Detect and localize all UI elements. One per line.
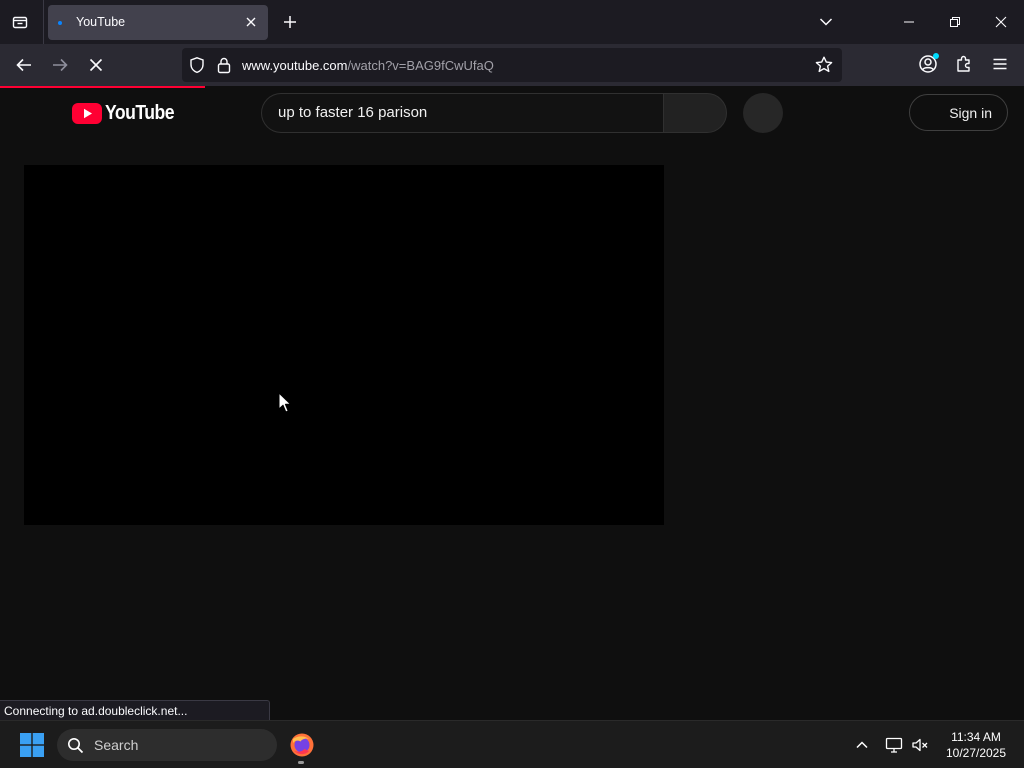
firefox-taskbar-button[interactable] (284, 727, 320, 763)
taskbar-search-box[interactable]: Search (57, 729, 277, 761)
close-icon (246, 17, 256, 27)
firefox-icon (290, 733, 314, 757)
video-player[interactable] (24, 165, 664, 525)
hamburger-menu-icon (993, 58, 1007, 70)
volume-status-button[interactable] (908, 733, 932, 757)
start-button[interactable] (14, 729, 50, 761)
application-menu-button[interactable] (986, 50, 1014, 78)
stop-loading-button[interactable] (81, 50, 111, 80)
shield-icon[interactable] (188, 56, 206, 74)
status-text: Connecting to ad.doubleclick.net... (4, 704, 188, 718)
windows-taskbar: Search 11:34 AM 10/27/2025 (0, 720, 1024, 768)
window-minimize-button[interactable] (886, 0, 932, 44)
browser-status-panel: Connecting to ad.doubleclick.net... (0, 700, 270, 721)
clock-date: 10/27/2025 (945, 746, 1007, 760)
youtube-search-button[interactable] (663, 93, 727, 133)
forward-arrow-icon (53, 58, 68, 72)
search-icon (68, 738, 84, 754)
url-host: www.youtube.com (242, 58, 348, 73)
clock-time: 11:34 AM (951, 730, 1001, 744)
youtube-search-input[interactable]: up to faster 16 parison (278, 104, 427, 121)
close-icon (995, 16, 1007, 28)
tab-close-button[interactable] (242, 13, 260, 31)
network-status-button[interactable] (882, 733, 906, 757)
youtube-logo[interactable]: YouTube (72, 102, 183, 125)
browser-tab-youtube[interactable]: YouTube (48, 5, 268, 40)
new-tab-button[interactable] (276, 8, 304, 36)
back-arrow-icon (16, 58, 31, 72)
star-icon[interactable] (814, 55, 834, 75)
firefox-account-button[interactable] (914, 50, 942, 78)
voice-search-button[interactable] (743, 93, 783, 133)
back-button[interactable] (9, 50, 39, 80)
show-hidden-icons-button[interactable] (850, 733, 874, 757)
window-restore-button[interactable] (932, 0, 978, 44)
youtube-logo-text: YouTube (105, 102, 175, 124)
browser-tab-strip: YouTube (0, 0, 1024, 44)
firefox-running-indicator (298, 761, 304, 764)
account-notification-badge (933, 53, 939, 59)
minimize-icon (904, 21, 914, 23)
mouse-cursor (278, 392, 292, 413)
network-icon (885, 737, 903, 753)
navigation-toolbar: www.youtube.com/watch?v=BAG9fCwUfaQ (0, 44, 1024, 86)
extensions-button[interactable] (950, 50, 978, 78)
volume-muted-icon (912, 738, 928, 752)
chevron-up-icon (856, 741, 868, 749)
youtube-masthead: YouTube up to faster 16 parison Sign in (0, 88, 1024, 144)
windows-start-icon (20, 733, 44, 757)
taskbar-clock[interactable]: 11:34 AM 10/27/2025 (936, 729, 1016, 761)
sign-in-label: Sign in (949, 104, 992, 121)
plus-icon (284, 16, 296, 28)
lock-icon[interactable] (216, 56, 232, 74)
url-bar[interactable]: www.youtube.com/watch?v=BAG9fCwUfaQ (182, 48, 842, 82)
window-close-button[interactable] (978, 0, 1024, 44)
taskbar-search-label: Search (94, 737, 139, 753)
tab-list-icon (12, 16, 28, 29)
tab-separator (43, 0, 44, 44)
tab-title: YouTube (76, 15, 126, 29)
forward-button[interactable] (45, 50, 75, 80)
youtube-play-icon (72, 103, 102, 124)
maximize-icon (950, 17, 960, 27)
url-text[interactable]: www.youtube.com/watch?v=BAG9fCwUfaQ (242, 58, 494, 73)
youtube-search-field[interactable]: up to faster 16 parison (261, 93, 664, 133)
tab-list-button[interactable] (6, 8, 34, 36)
tab-loading-indicator (58, 21, 62, 25)
chevron-down-icon (819, 18, 833, 26)
stop-icon (89, 58, 103, 72)
extensions-icon (957, 55, 970, 72)
list-all-tabs-button[interactable] (812, 8, 840, 36)
sign-in-button[interactable]: Sign in (909, 94, 1008, 131)
url-path: /watch?v=BAG9fCwUfaQ (347, 58, 494, 73)
